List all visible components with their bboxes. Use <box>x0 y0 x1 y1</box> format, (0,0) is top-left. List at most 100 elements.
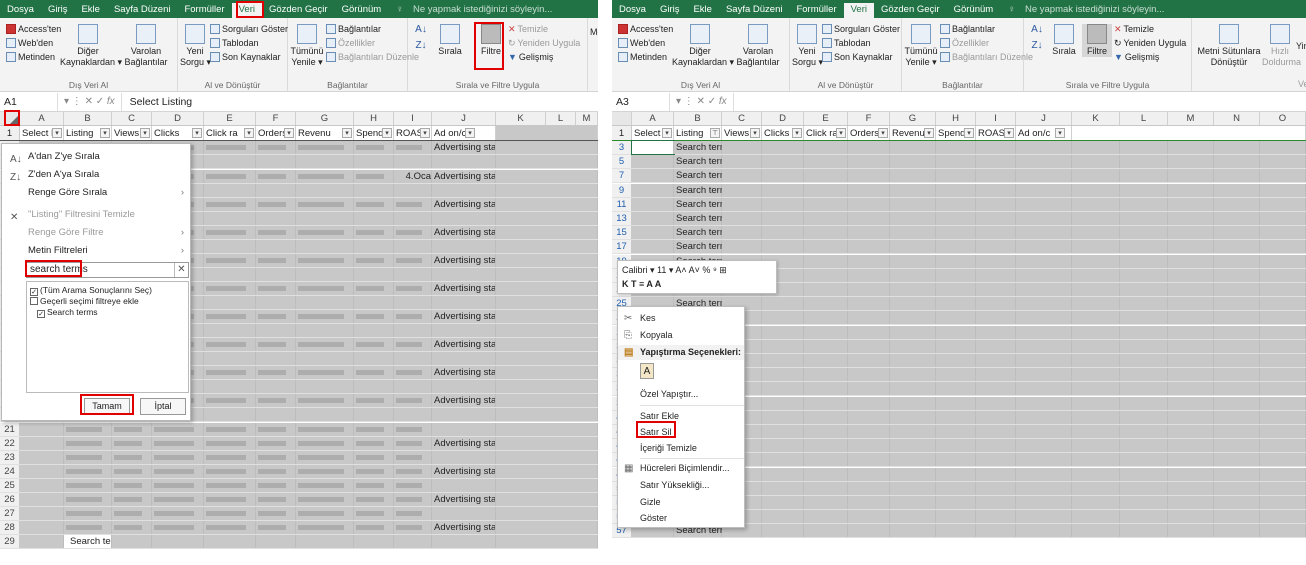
table-cell[interactable] <box>804 396 848 410</box>
table-cell[interactable] <box>976 439 1016 453</box>
properties-button[interactable]: Özellikler <box>940 37 989 49</box>
table-cell[interactable] <box>762 169 804 183</box>
table-cell[interactable] <box>152 493 204 506</box>
table-cell[interactable] <box>296 226 354 239</box>
table-cell[interactable] <box>20 451 64 464</box>
table-cell[interactable]: Advertising status <box>432 338 496 351</box>
table-cell[interactable] <box>976 339 1016 353</box>
tab-gorunum[interactable]: Görünüm <box>335 2 389 17</box>
filter-dropdown-icon[interactable]: ▾ <box>662 128 672 138</box>
table-cell[interactable] <box>848 453 890 467</box>
table-cell[interactable] <box>256 493 296 506</box>
header-listing[interactable]: Listing ▾ <box>64 126 112 140</box>
table-cell[interactable] <box>848 212 890 225</box>
font-name-select[interactable]: Calibri <box>622 265 648 275</box>
table-cell[interactable] <box>296 324 354 337</box>
tab-gozden-gecir[interactable]: Gözden Geçir <box>262 2 335 17</box>
table-cell[interactable] <box>496 212 598 225</box>
table-cell[interactable] <box>1120 481 1168 495</box>
table-cell[interactable] <box>1016 481 1072 495</box>
table-cell[interactable] <box>1260 496 1306 509</box>
table-cell[interactable] <box>296 352 354 365</box>
table-row[interactable]: 3 Search terms <box>612 140 1306 155</box>
table-cell[interactable] <box>936 524 976 538</box>
table-cell[interactable] <box>496 184 598 197</box>
table-cell[interactable] <box>256 282 296 295</box>
column-i[interactable]: I <box>394 112 432 125</box>
table-cell[interactable] <box>976 425 1016 438</box>
table-cell[interactable] <box>354 254 394 267</box>
table-cell[interactable] <box>1120 254 1168 268</box>
table-cell[interactable] <box>890 183 936 197</box>
table-cell[interactable] <box>64 423 112 436</box>
table-cell[interactable] <box>1260 510 1306 524</box>
table-cell[interactable] <box>762 339 804 353</box>
text-to-columns-button[interactable]: Metni Sütunlara Dönüştür <box>1196 24 1262 68</box>
tab-veri[interactable]: Veri <box>843 3 874 18</box>
tab-formuller[interactable]: Formüller <box>177 2 231 17</box>
table-cell[interactable] <box>936 425 976 438</box>
table-cell[interactable] <box>256 521 296 534</box>
table-cell[interactable] <box>1120 496 1168 509</box>
table-cell[interactable] <box>256 268 296 281</box>
table-cell[interactable] <box>890 311 936 325</box>
table-cell[interactable] <box>1214 453 1260 467</box>
table-cell[interactable] <box>296 437 354 450</box>
tab-sayfa-duzeni[interactable]: Sayfa Düzeni <box>107 2 178 17</box>
other-sources-button[interactable]: Diğer Kaynaklardan ▾ <box>60 24 122 68</box>
table-cell[interactable] <box>762 382 804 396</box>
header-spend[interactable]: Spend ▾ <box>354 126 394 140</box>
column-k[interactable]: K <box>1072 112 1120 125</box>
table-cell[interactable] <box>496 451 598 464</box>
table-cell[interactable] <box>722 141 762 154</box>
table-cell[interactable] <box>1260 226 1306 240</box>
row-number[interactable]: 9 <box>612 183 632 197</box>
table-cell[interactable] <box>1260 268 1306 282</box>
table-cell[interactable] <box>354 451 394 464</box>
header-views[interactable]: Views ▾ <box>112 126 152 140</box>
table-cell[interactable] <box>1120 169 1168 183</box>
table-cell[interactable] <box>804 453 848 467</box>
web-button[interactable]: Web'den <box>6 37 53 49</box>
table-cell[interactable] <box>976 283 1016 296</box>
table-cell[interactable] <box>632 197 674 211</box>
table-cell[interactable] <box>496 338 598 351</box>
column-c[interactable]: C <box>722 112 762 125</box>
table-cell[interactable] <box>394 254 432 267</box>
table-cell[interactable] <box>296 366 354 379</box>
table-cell[interactable] <box>496 240 598 253</box>
row-number[interactable]: 27 <box>0 507 20 520</box>
table-cell[interactable] <box>204 240 256 253</box>
row-number[interactable]: 23 <box>0 451 20 464</box>
table-cell[interactable] <box>256 380 296 393</box>
table-cell[interactable] <box>1260 297 1306 311</box>
table-cell[interactable] <box>722 212 762 225</box>
table-cell[interactable] <box>204 268 256 281</box>
table-cell[interactable] <box>1016 254 1072 268</box>
menu-row-height[interactable]: Satır Yüksekliği... <box>618 478 744 493</box>
menu-sort-by-color[interactable]: Renge Göre Sırala › <box>2 184 190 202</box>
table-cell[interactable] <box>296 493 354 506</box>
table-cell[interactable] <box>1120 155 1168 169</box>
table-cell[interactable] <box>432 268 496 281</box>
filter-dropdown-icon[interactable]: ▾ <box>52 128 62 138</box>
row-number[interactable]: 24 <box>0 465 20 478</box>
row-number[interactable]: 21 <box>0 423 20 436</box>
table-cell[interactable] <box>848 155 890 169</box>
table-cell[interactable] <box>804 510 848 524</box>
table-cell[interactable] <box>112 507 152 520</box>
existing-connections-button[interactable]: Varolan Bağlantılar <box>118 24 174 68</box>
table-row[interactable]: 26 Advertising status <box>0 493 598 507</box>
filter-dropdown-icon[interactable]: ▾ <box>1055 128 1065 138</box>
table-cell[interactable] <box>204 394 256 407</box>
table-cell[interactable] <box>890 240 936 254</box>
table-cell[interactable] <box>976 368 1016 382</box>
table-cell[interactable] <box>632 226 674 240</box>
table-cell[interactable] <box>496 310 598 323</box>
table-cell[interactable] <box>848 439 890 453</box>
table-cell[interactable] <box>1016 212 1072 225</box>
table-cell[interactable] <box>936 268 976 282</box>
table-cell[interactable] <box>1214 396 1260 410</box>
tab-giris[interactable]: Giriş <box>41 2 75 17</box>
table-cell[interactable] <box>890 382 936 396</box>
